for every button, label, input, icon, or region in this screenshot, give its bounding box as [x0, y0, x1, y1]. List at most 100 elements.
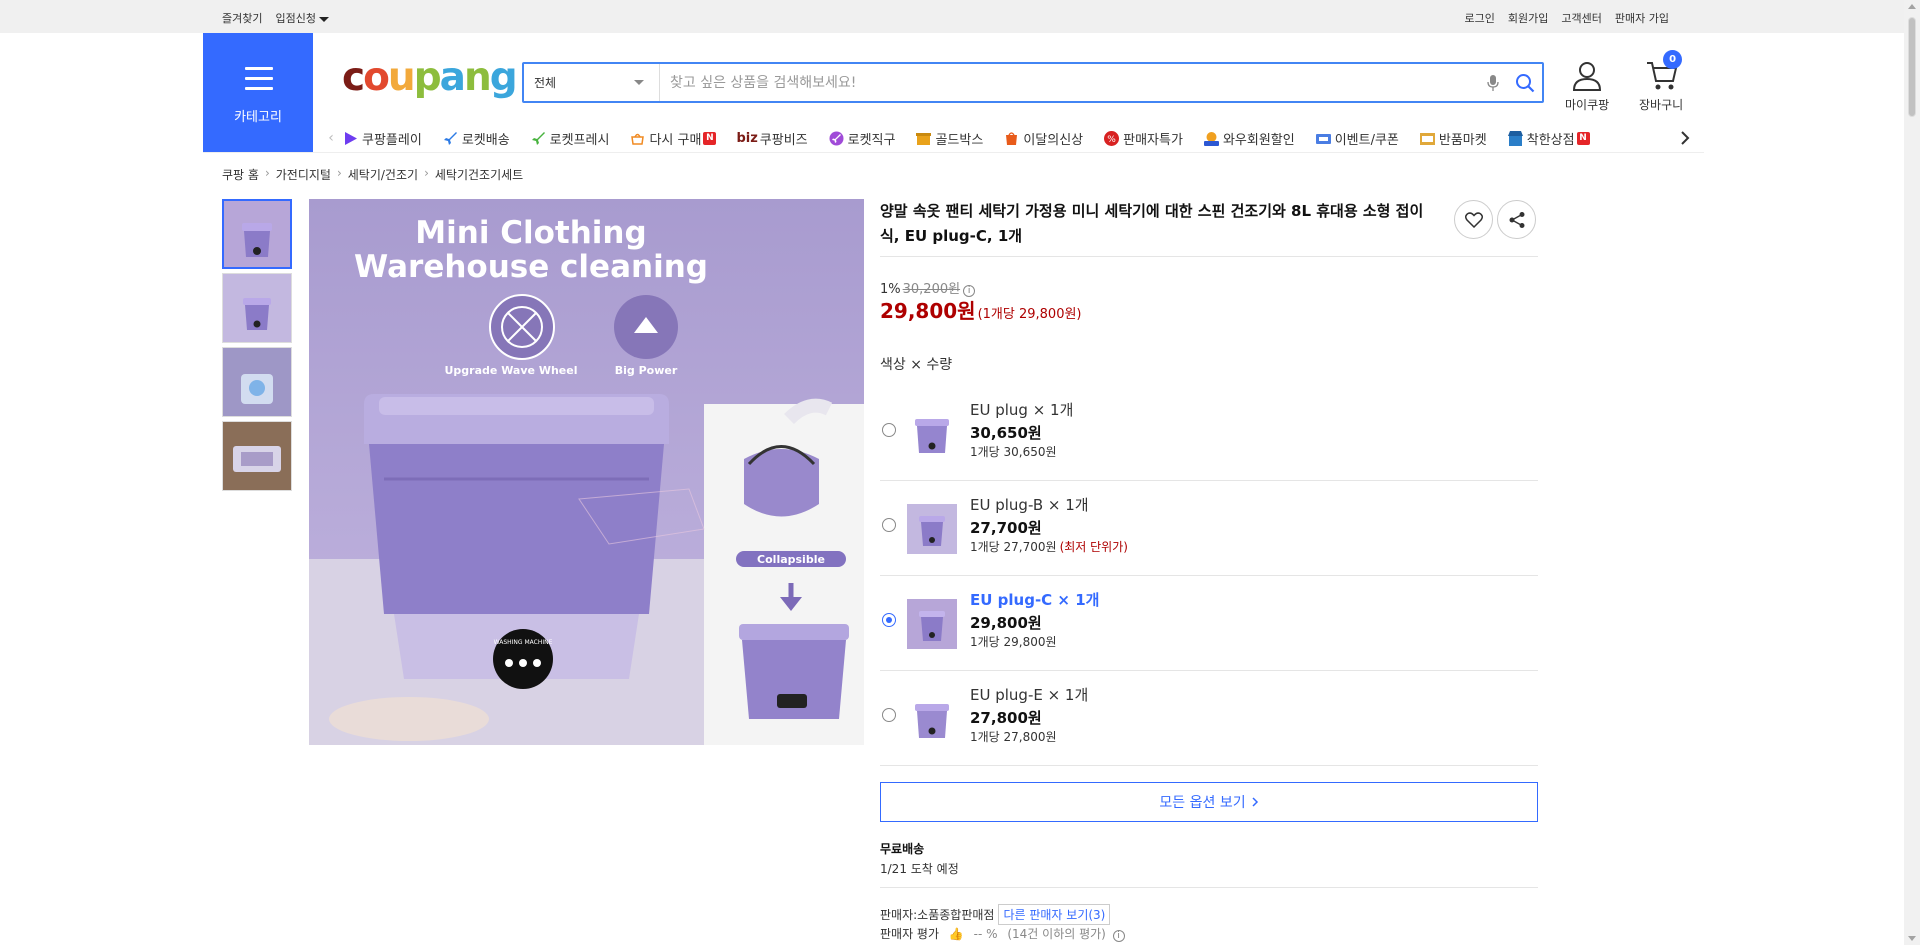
- signup-link[interactable]: 회원가입: [1508, 10, 1548, 26]
- coupang-play-icon: [345, 131, 357, 145]
- seller-signup-link[interactable]: 판매자 가입: [1615, 10, 1669, 26]
- nav-item-return-market[interactable]: 반품마켓: [1419, 129, 1487, 148]
- breadcrumb-item[interactable]: 가전디지털: [276, 166, 331, 183]
- option-unit-price: 1개당 30,650원: [970, 445, 1057, 459]
- option-radio[interactable]: [882, 518, 896, 532]
- nav-item-rebuy[interactable]: 다시 구매 N: [629, 129, 717, 148]
- share-icon: [1509, 211, 1524, 228]
- new-badge: N: [703, 131, 717, 145]
- svg-text:%: %: [1107, 135, 1116, 145]
- nav-item-rocket-fresh[interactable]: 로켓프레시: [530, 129, 609, 148]
- nav-next-icon[interactable]: [1674, 124, 1696, 152]
- customer-center-link[interactable]: 고객센터: [1561, 10, 1601, 26]
- product-thumbnail[interactable]: [222, 199, 292, 269]
- search-input[interactable]: [660, 64, 1478, 101]
- nav-item-seller-deal[interactable]: % 판매자특가: [1103, 129, 1183, 148]
- nav-item-rocket-global[interactable]: 로켓직구: [828, 129, 896, 148]
- nav-item-wow[interactable]: 와우회원할인: [1203, 129, 1295, 148]
- option-price: 27,700원: [970, 519, 1042, 537]
- scrollbar-thumb[interactable]: [1908, 17, 1916, 117]
- nav-label: 로켓배송: [461, 132, 510, 148]
- option-item[interactable]: EU plug-E × 1개 27,800원 1개당 27,800원: [880, 672, 1538, 766]
- thumbs-up-icon: 👍: [948, 927, 964, 941]
- quick-nav-bar: ‹ 쿠팡플레이 로켓배송 로켓프레시 다시 구매 N biz 쿠팡비즈 로켓직구…: [320, 124, 1692, 152]
- heart-icon: [1464, 211, 1483, 228]
- option-item-selected[interactable]: EU plug-C × 1개 29,800원 1개당 29,800원: [880, 577, 1538, 671]
- seller-row: 판매자: 소품종합판매점 다른 판매자 보기(3): [880, 904, 1111, 925]
- all-options-button[interactable]: 모든 옵션 보기: [880, 782, 1538, 822]
- option-radio[interactable]: [882, 423, 896, 437]
- option-name: EU plug × 1개: [970, 401, 1074, 419]
- info-icon[interactable]: i: [1112, 930, 1125, 942]
- wishlist-button[interactable]: [1454, 200, 1493, 239]
- coupang-logo[interactable]: coupang: [342, 55, 518, 100]
- scroll-down-icon[interactable]: [1908, 936, 1916, 941]
- nav-prev-icon[interactable]: ‹: [320, 130, 342, 146]
- page-scrollbar[interactable]: [1904, 0, 1920, 945]
- nav-item-rocket[interactable]: 로켓배송: [442, 129, 510, 148]
- login-link[interactable]: 로그인: [1465, 10, 1495, 26]
- seller-label: 판매자:: [880, 908, 918, 922]
- user-icon: [1573, 62, 1602, 91]
- option-radio-selected[interactable]: [882, 613, 896, 627]
- scroll-up-icon[interactable]: [1908, 4, 1916, 9]
- top-utility-bar: 즐겨찾기 입점신청 로그인 회원가입 고객센터 판매자 가입: [0, 0, 1904, 33]
- product-thumbnail[interactable]: [222, 421, 292, 491]
- option-price: 29,800원: [970, 614, 1042, 632]
- dropdown-arrow-icon: [634, 80, 644, 85]
- search-icon[interactable]: [1508, 64, 1542, 101]
- search-bar: 전체: [522, 62, 1544, 103]
- option-unit-price: 1개당 27,700원 (최저 단위가): [970, 538, 1128, 555]
- price-value: 29,800원: [880, 299, 976, 323]
- coupon-icon: [1315, 133, 1331, 144]
- option-unit-value: 1개당 27,700원: [970, 540, 1057, 554]
- image-panel-text: WASHING MACHINE: [494, 639, 553, 646]
- nav-item-new[interactable]: 이달의신상: [1003, 129, 1083, 148]
- breadcrumb-item[interactable]: 세탁기/건조기: [348, 166, 418, 183]
- nav-item-coupang-play[interactable]: 쿠팡플레이: [342, 129, 422, 148]
- bookmark-link[interactable]: 즐겨찾기: [222, 10, 262, 26]
- product-thumbnail[interactable]: [222, 273, 292, 343]
- seller-name[interactable]: 소품종합판매점: [917, 906, 994, 923]
- cart-count-badge: 0: [1663, 50, 1683, 69]
- chevron-right-icon: [1252, 797, 1258, 807]
- thumbnail-list: [222, 199, 292, 495]
- nav-item-goldbox[interactable]: 골드박스: [915, 129, 983, 148]
- nav-item-good-store[interactable]: 착한상점 N: [1507, 129, 1590, 148]
- percent-icon: %: [1104, 130, 1120, 146]
- nav-label: 로켓직구: [847, 132, 896, 148]
- microphone-icon[interactable]: [1478, 64, 1508, 101]
- nav-label: 착한상점: [1526, 132, 1575, 148]
- option-name: EU plug-B × 1개: [970, 496, 1089, 514]
- shipping-divider: [880, 887, 1538, 888]
- breadcrumb-item[interactable]: 세탁기건조기세트: [435, 166, 523, 183]
- nav-item-biz[interactable]: biz 쿠팡비즈: [736, 129, 807, 148]
- category-menu-button[interactable]: 카테고리: [203, 33, 313, 153]
- image-collapsible-text: Collapsible: [757, 553, 825, 566]
- nav-item-event-coupon[interactable]: 이벤트/쿠폰: [1315, 129, 1399, 148]
- lowest-unit-price-note: (최저 단위가): [1059, 540, 1128, 554]
- sale-price: 29,800원 (1개당 29,800원): [880, 295, 1082, 324]
- share-button[interactable]: [1497, 200, 1536, 239]
- option-item[interactable]: EU plug × 1개 30,650원 1개당 30,650원: [880, 387, 1538, 481]
- breadcrumb-home[interactable]: 쿠팡 홈: [222, 166, 259, 183]
- option-thumbnail: [907, 409, 957, 459]
- all-options-label: 모든 옵션 보기: [1159, 795, 1246, 811]
- option-thumbnail: [907, 504, 957, 554]
- new-icon: [1006, 131, 1018, 145]
- nav-label: 이벤트/쿠폰: [1334, 132, 1399, 148]
- seller-rating-label: 판매자 평가: [880, 927, 940, 941]
- nav-label: 쿠팡플레이: [362, 132, 422, 148]
- cart-button[interactable]: 0 장바구니: [1639, 50, 1683, 113]
- option-item[interactable]: EU plug-B × 1개 27,700원 1개당 27,700원 (최저 단위…: [880, 482, 1538, 576]
- breadcrumb: 쿠팡 홈 › 가전디지털 › 세탁기/건조기 › 세탁기건조기세트: [222, 166, 524, 183]
- search-scope-select[interactable]: 전체: [524, 64, 660, 101]
- other-sellers-button[interactable]: 다른 판매자 보기(3): [998, 904, 1111, 925]
- goldbox-icon: [916, 132, 932, 145]
- mypage-button[interactable]: 마이쿠팡: [1565, 60, 1609, 113]
- product-thumbnail[interactable]: [222, 347, 292, 417]
- option-radio[interactable]: [882, 708, 896, 722]
- product-main-image[interactable]: Mini Clothing Warehouse cleaning Upgrade…: [309, 199, 864, 745]
- mypage-label: 마이쿠팡: [1565, 98, 1610, 112]
- seller-apply-menu[interactable]: 입점신청: [275, 10, 329, 26]
